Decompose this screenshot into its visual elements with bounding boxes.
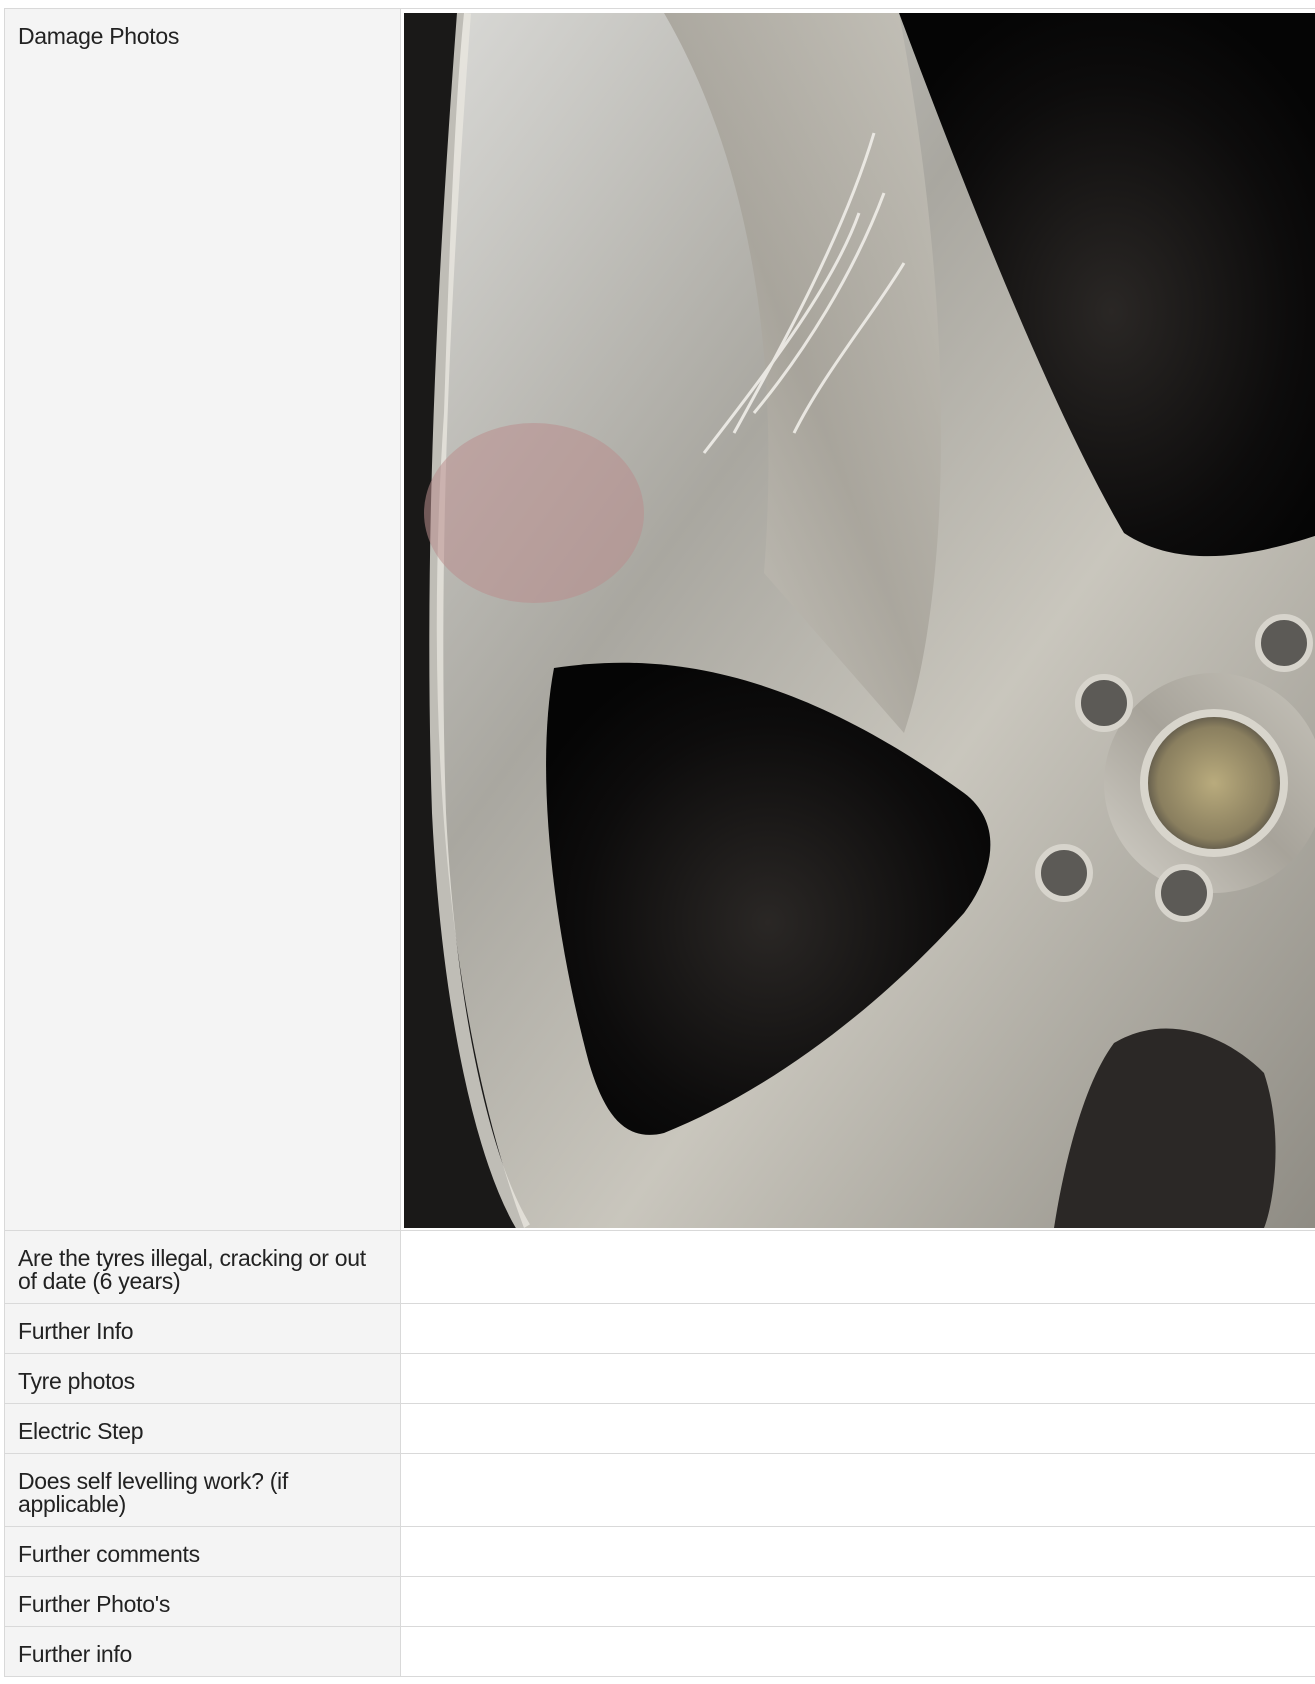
table-row: Tyre photos [4,1353,1315,1404]
table-row: Further Info [4,1303,1315,1354]
table-row: Further comments [4,1526,1315,1577]
row-value-cell [400,1403,1315,1454]
row-label: Electric Step [18,1418,144,1444]
row-value-cell [400,1303,1315,1354]
table-row: Further info [4,1626,1315,1677]
row-label: Further Info [18,1318,134,1344]
row-label: Further comments [18,1541,200,1567]
row-label: Are the tyres illegal, cracking or out o… [18,1245,366,1294]
table-row: Further Photo's [4,1576,1315,1627]
inspection-report-table: Damage Photos Are the tyres illegal, cra… [4,8,1315,1677]
wheel-photo-image [404,13,1315,1228]
row-label: Does self levelling work? (if applicable… [18,1468,288,1517]
row-value-cell [400,1230,1315,1304]
table-row: Are the tyres illegal, cracking or out o… [4,1230,1315,1304]
row-label: Further info [18,1641,133,1667]
row-label-cell: Does self levelling work? (if applicable… [4,1453,401,1527]
row-label-cell: Further Info [4,1303,401,1354]
row-label-cell: Further info [4,1626,401,1677]
table-row: Electric Step [4,1403,1315,1454]
row-label-cell: Further Photo's [4,1576,401,1627]
damage-photo[interactable] [404,13,1315,1228]
row-value-cell [400,1626,1315,1677]
row-value-cell [400,8,1315,1231]
row-label: Further Photo's [18,1591,171,1617]
row-label-cell: Tyre photos [4,1353,401,1404]
row-label-cell: Electric Step [4,1403,401,1454]
row-value-cell [400,1526,1315,1577]
row-label: Tyre photos [18,1368,135,1394]
table-row: Damage Photos [4,8,1315,1231]
row-label-cell: Are the tyres illegal, cracking or out o… [4,1230,401,1304]
table-row: Does self levelling work? (if applicable… [4,1453,1315,1527]
row-value-cell [400,1453,1315,1527]
row-value-cell [400,1353,1315,1404]
row-value-cell [400,1576,1315,1627]
row-label: Damage Photos [18,23,180,49]
row-label-cell: Damage Photos [4,8,401,1231]
row-label-cell: Further comments [4,1526,401,1577]
